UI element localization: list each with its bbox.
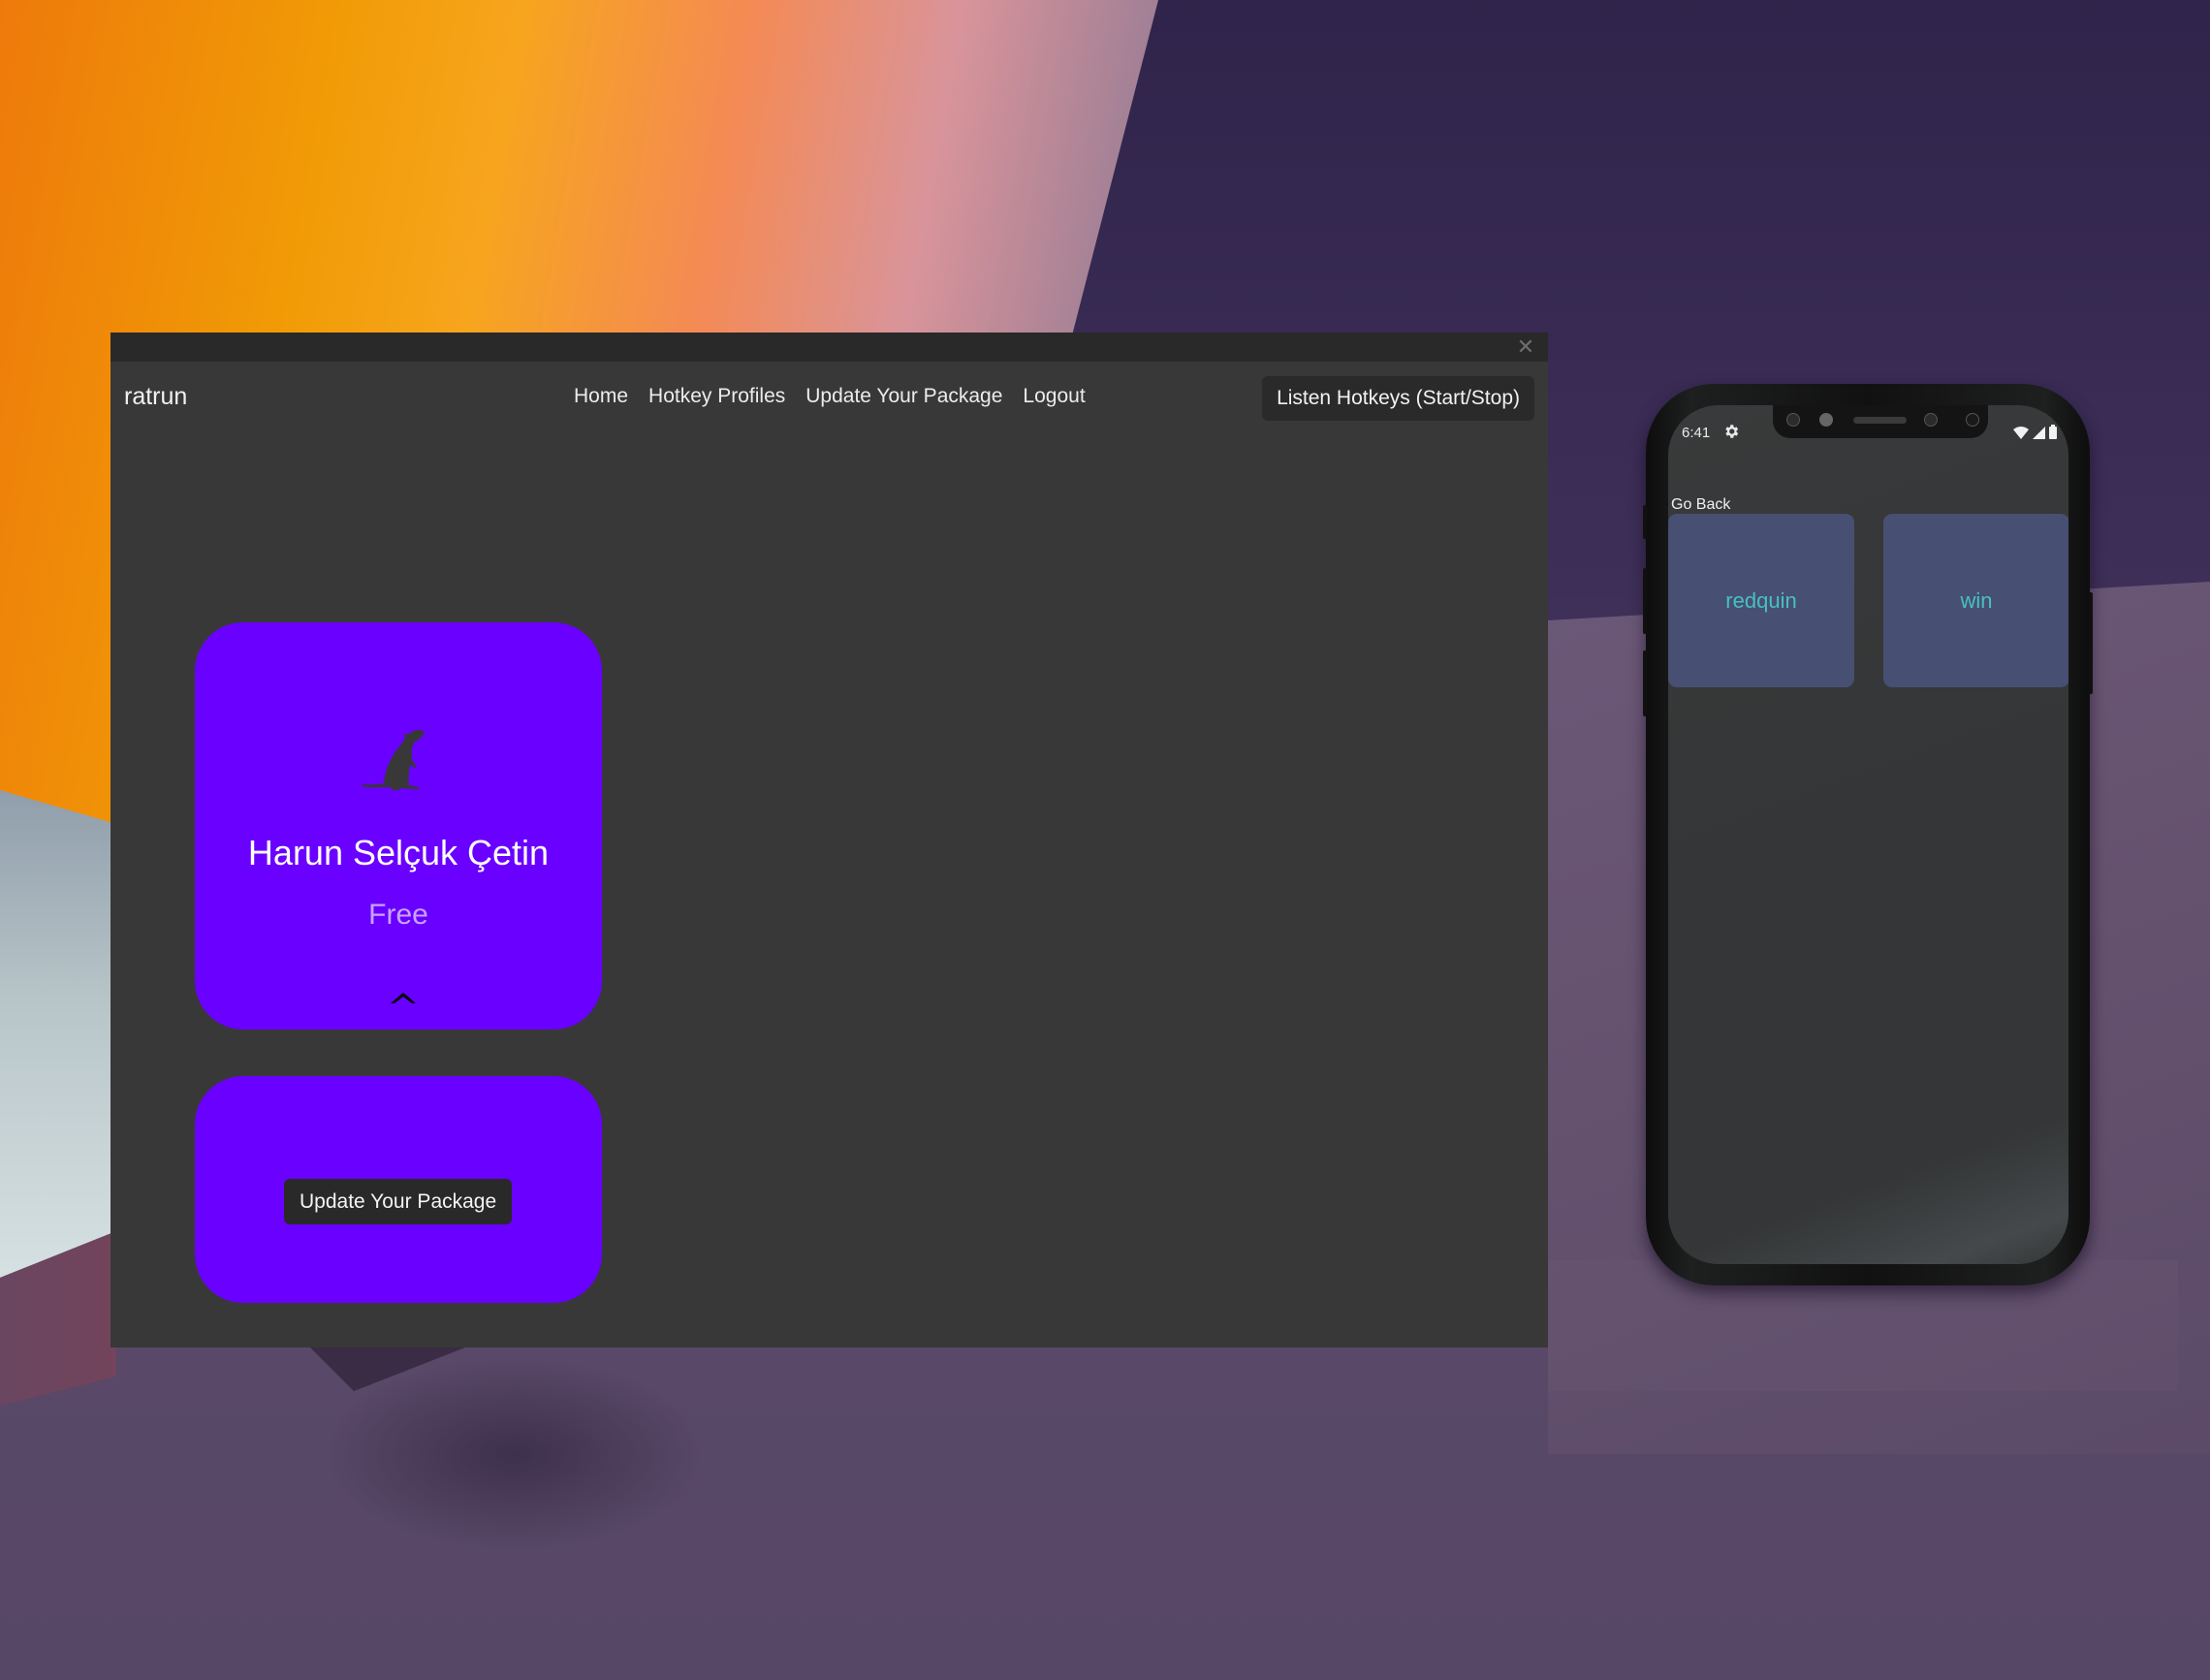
- app-window: ✕ ratrun Home Hotkey Profiles Update You…: [110, 333, 1548, 1347]
- phone-side-button: [1643, 568, 1647, 634]
- rat-icon: [362, 729, 425, 791]
- wifi-icon: [2013, 427, 2029, 439]
- brand-logo[interactable]: ratrun: [124, 383, 187, 411]
- status-time: 6:41: [1682, 425, 1711, 441]
- chevron-up-icon: [391, 993, 416, 1003]
- nav-hotkey-profiles[interactable]: Hotkey Profiles: [648, 385, 785, 408]
- go-back-button[interactable]: Go Back: [1671, 496, 1730, 514]
- status-icons: [2013, 425, 2057, 439]
- nav-logout[interactable]: Logout: [1023, 385, 1085, 408]
- update-package-button[interactable]: Update Your Package: [284, 1179, 513, 1224]
- speaker-grille: [1853, 417, 1907, 424]
- nav-update-package[interactable]: Update Your Package: [805, 385, 1002, 408]
- sensor-icon: [1924, 413, 1938, 427]
- nav-home[interactable]: Home: [574, 385, 628, 408]
- close-button[interactable]: ✕: [1515, 336, 1536, 358]
- phone-power-button: [2089, 592, 2093, 694]
- signal-icon: [2033, 427, 2045, 439]
- collapse-button[interactable]: [389, 989, 418, 1008]
- camera-icon: [1819, 413, 1833, 427]
- phone-screen: 6:41 Go Back redquin win: [1668, 405, 2068, 1264]
- phone-notch: [1773, 405, 1988, 438]
- wallpaper-shadow: [320, 1357, 708, 1551]
- phone-side-button: [1643, 505, 1647, 539]
- phone-mockup: 6:41 Go Back redquin win: [1643, 384, 2093, 1285]
- navbar: ratrun Home Hotkey Profiles Update Your …: [110, 362, 1548, 429]
- profile-tile-win[interactable]: win: [1883, 514, 2068, 687]
- profile-card: Harun Selçuk Çetin Free: [195, 622, 602, 1030]
- package-card: Update Your Package: [195, 1076, 602, 1303]
- phone-side-button: [1643, 650, 1647, 716]
- user-name: Harun Selçuk Çetin: [247, 833, 550, 872]
- nav-links: Home Hotkey Profiles Update Your Package…: [574, 385, 1086, 408]
- gear-icon: [1725, 425, 1739, 438]
- window-titlebar[interactable]: ✕: [110, 333, 1548, 362]
- battery-icon: [2049, 425, 2057, 439]
- close-icon: ✕: [1516, 334, 1535, 359]
- sensor-icon: [1966, 413, 1979, 427]
- listen-hotkeys-button[interactable]: Listen Hotkeys (Start/Stop): [1262, 376, 1534, 421]
- profile-tile-redquin[interactable]: redquin: [1668, 514, 1854, 687]
- camera-icon: [1786, 413, 1800, 427]
- user-plan: Free: [368, 899, 428, 931]
